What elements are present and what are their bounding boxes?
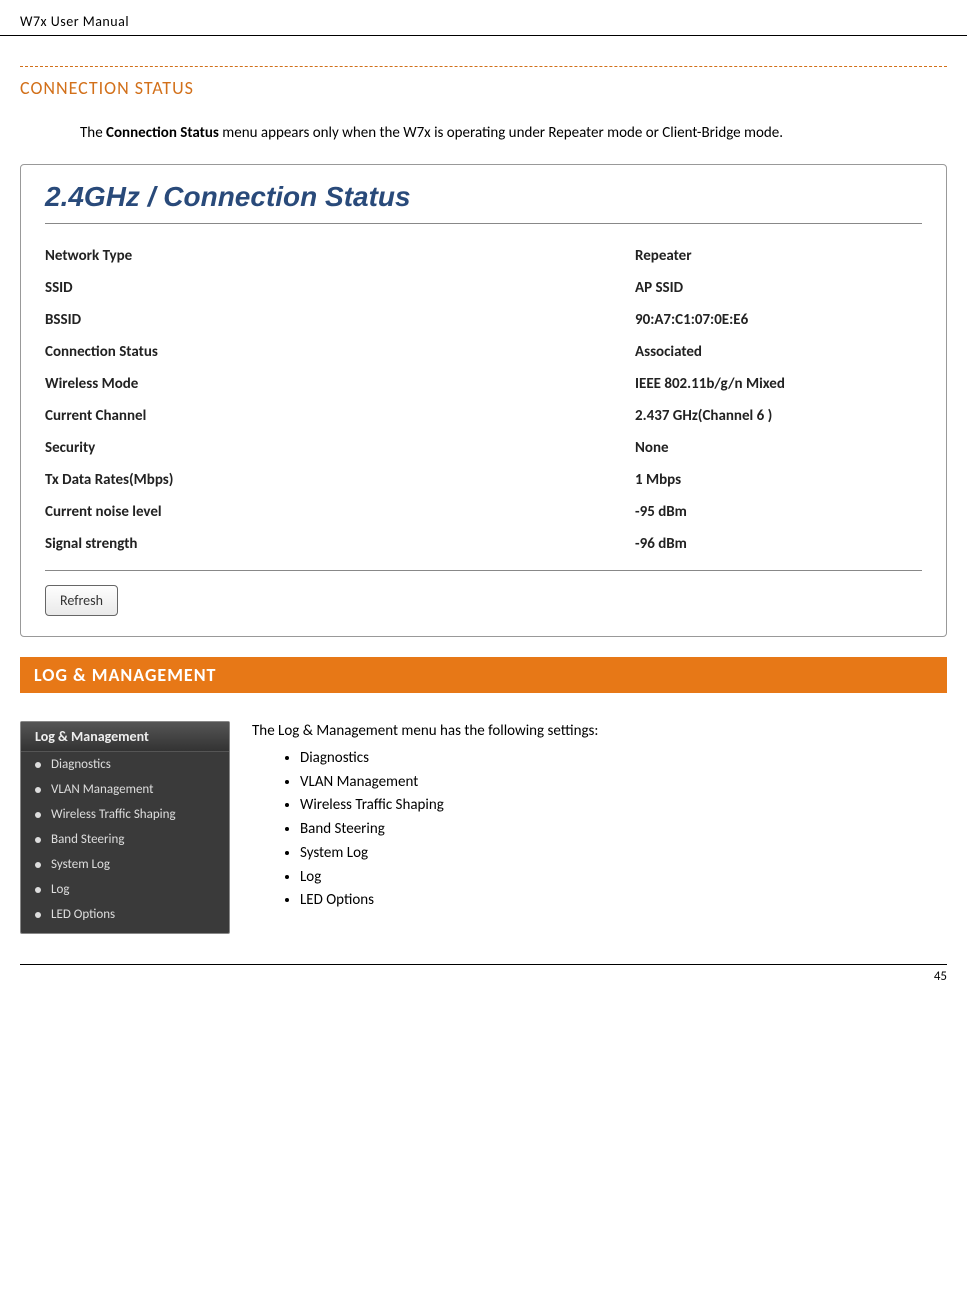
intro-pre: The bbox=[80, 124, 106, 142]
status-row: Current Channel 2.437 GHz(Channel 6 ) bbox=[45, 400, 922, 432]
header-text: W7x User Manual bbox=[20, 13, 129, 30]
status-row: SSID AP SSID bbox=[45, 272, 922, 304]
list-item: LED Options bbox=[300, 889, 947, 913]
menu-item[interactable]: LED Options bbox=[21, 902, 229, 927]
menu-item[interactable]: VLAN Management bbox=[21, 777, 229, 802]
connection-status-panel: 2.4GHz / Connection Status Network Type … bbox=[20, 164, 947, 637]
bullet-icon bbox=[35, 887, 41, 893]
status-label: Security bbox=[45, 439, 635, 457]
status-row: Connection Status Associated bbox=[45, 336, 922, 368]
menu-item[interactable]: System Log bbox=[21, 852, 229, 877]
list-item: VLAN Management bbox=[300, 771, 947, 795]
status-row: BSSID 90:A7:C1:07:0E:E6 bbox=[45, 304, 922, 336]
bullet-icon bbox=[35, 912, 41, 918]
status-row: Wireless Mode IEEE 802.11b/g/n Mixed bbox=[45, 368, 922, 400]
page-header: W7x User Manual bbox=[0, 0, 967, 36]
status-value: -95 dBm bbox=[635, 503, 922, 521]
list-item: Log bbox=[300, 866, 947, 890]
description-intro: The Log & Management menu has the follow… bbox=[252, 721, 947, 743]
list-item: Wireless Traffic Shaping bbox=[300, 794, 947, 818]
page-number: 45 bbox=[934, 969, 947, 984]
status-label: BSSID bbox=[45, 311, 635, 329]
status-value: 90:A7:C1:07:0E:E6 bbox=[635, 311, 922, 329]
status-value: 2.437 GHz(Channel 6 ) bbox=[635, 407, 922, 425]
status-label: Wireless Mode bbox=[45, 375, 635, 393]
status-label: Connection Status bbox=[45, 343, 635, 361]
list-item: Band Steering bbox=[300, 818, 947, 842]
menu-item[interactable]: Diagnostics bbox=[21, 752, 229, 777]
intro-post: menu appears only when the W7x is operat… bbox=[219, 124, 783, 142]
status-value: Associated bbox=[635, 343, 922, 361]
status-value: -96 dBm bbox=[635, 535, 922, 553]
status-value: AP SSID bbox=[635, 279, 922, 297]
status-label: Signal strength bbox=[45, 535, 635, 553]
status-label: SSID bbox=[45, 279, 635, 297]
list-item: System Log bbox=[300, 842, 947, 866]
menu-item[interactable]: Log bbox=[21, 877, 229, 902]
list-item: Diagnostics bbox=[300, 747, 947, 771]
menu-item[interactable]: Band Steering bbox=[21, 827, 229, 852]
intro-bold: Connection Status bbox=[106, 124, 219, 142]
divider bbox=[45, 570, 922, 571]
menu-item[interactable]: Wireless Traffic Shaping bbox=[21, 802, 229, 827]
section-title-connection: CONNECTION STATUS bbox=[20, 77, 947, 99]
status-value: Repeater bbox=[635, 247, 922, 265]
status-row: Signal strength -96 dBm bbox=[45, 528, 922, 560]
status-label: Current Channel bbox=[45, 407, 635, 425]
connection-status-section: CONNECTION STATUS The Connection Status … bbox=[20, 66, 947, 637]
bullet-icon bbox=[35, 812, 41, 818]
status-value: IEEE 802.11b/g/n Mixed bbox=[635, 375, 922, 393]
status-row: Network Type Repeater bbox=[45, 240, 922, 272]
bullet-icon bbox=[35, 862, 41, 868]
status-label: Tx Data Rates(Mbps) bbox=[45, 471, 635, 489]
status-label: Current noise level bbox=[45, 503, 635, 521]
menu-header: Log & Management bbox=[21, 722, 229, 752]
status-row: Security None bbox=[45, 432, 922, 464]
page-footer: 45 bbox=[20, 964, 947, 984]
bullet-icon bbox=[35, 837, 41, 843]
status-row: Tx Data Rates(Mbps) 1 Mbps bbox=[45, 464, 922, 496]
description-column: The Log & Management menu has the follow… bbox=[252, 721, 947, 913]
refresh-button[interactable]: Refresh bbox=[45, 585, 118, 616]
panel-title: 2.4GHz / Connection Status bbox=[45, 177, 922, 224]
status-value: 1 Mbps bbox=[635, 471, 922, 489]
status-value: None bbox=[635, 439, 922, 457]
bullet-icon bbox=[35, 762, 41, 768]
bullet-icon bbox=[35, 787, 41, 793]
intro-paragraph: The Connection Status menu appears only … bbox=[20, 123, 947, 144]
sidebar-menu-image: Log & Management Diagnostics VLAN Manage… bbox=[20, 721, 230, 934]
status-label: Network Type bbox=[45, 247, 635, 265]
status-row: Current noise level -95 dBm bbox=[45, 496, 922, 528]
section-title-log-management: LOG & MANAGEMENT bbox=[20, 657, 947, 693]
